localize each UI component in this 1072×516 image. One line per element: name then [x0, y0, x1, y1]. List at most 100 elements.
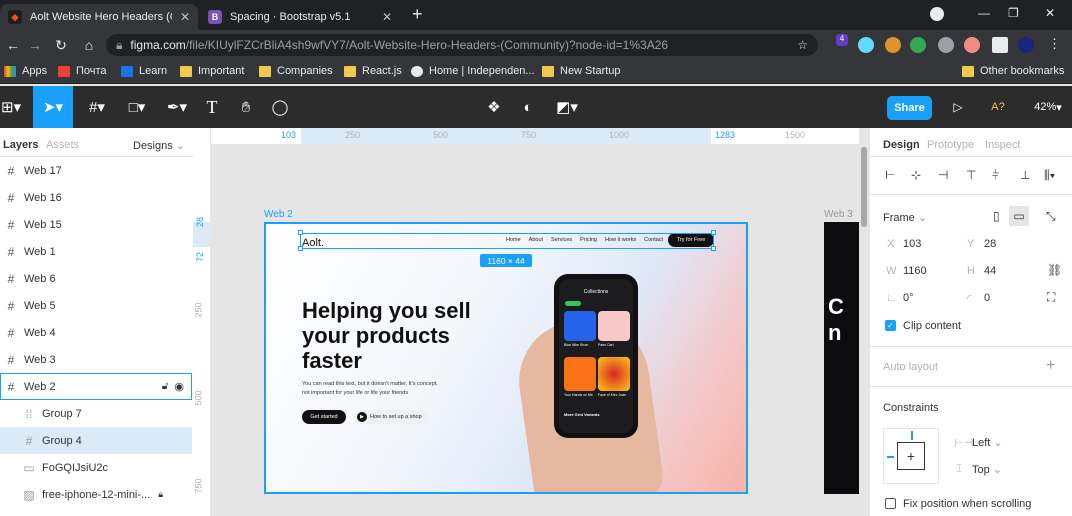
page-dropdown[interactable]: Designs ⌄	[133, 139, 185, 152]
constrain-proportions-icon[interactable]: ⛓︎	[1047, 263, 1062, 277]
puzzle-extensions-icon[interactable]	[992, 37, 1008, 53]
layer-row[interactable]: # Web 2 🔓︎ ◉	[0, 373, 192, 400]
lock-icon[interactable]: 🔒︎	[158, 489, 163, 500]
visibility-eye-icon[interactable]: ◉	[174, 380, 184, 393]
constraint-left[interactable]	[887, 456, 894, 458]
clip-content-checkbox[interactable]: ✓	[885, 320, 896, 331]
pen-tool-icon[interactable]: ✒▾	[162, 86, 192, 128]
resize-handle[interactable]	[711, 246, 716, 251]
layer-row[interactable]: # Web 16	[0, 184, 192, 211]
text-tool-icon[interactable]: T	[200, 86, 224, 128]
react-devtools-icon[interactable]	[858, 37, 874, 53]
share-button[interactable]: Share	[887, 96, 932, 120]
landscape-icon[interactable]: ▭	[1009, 206, 1029, 226]
layer-row[interactable]: # Web 6	[0, 265, 192, 292]
constraints-widget[interactable]: +	[883, 428, 939, 484]
bookmark-star-icon[interactable]: ☆	[797, 38, 808, 52]
home-icon[interactable]: ⌂	[76, 37, 102, 53]
x-input[interactable]: 103	[903, 238, 921, 250]
resize-handle[interactable]	[298, 246, 303, 251]
bookmark-pochta[interactable]: Почта	[58, 65, 107, 77]
tab-inspect[interactable]: Inspect	[985, 139, 1020, 151]
bookmark-reactjs[interactable]: React.js	[344, 65, 402, 77]
horizontal-constraint-dropdown[interactable]: Left ⌄	[972, 436, 1003, 449]
layer-row[interactable]: # Group 4	[0, 427, 192, 454]
layer-row[interactable]: # Web 17	[0, 157, 192, 184]
layer-row[interactable]: # Web 1	[0, 238, 192, 265]
align-right-icon[interactable]: ⊣	[938, 168, 948, 182]
align-middle-v-icon[interactable]: ⫩	[992, 168, 999, 183]
bookmark-important[interactable]: Important	[180, 65, 244, 77]
close-tab-icon[interactable]: ✕	[172, 10, 190, 24]
shape-tool-icon[interactable]: □▾	[122, 86, 152, 128]
profile-menu-icon[interactable]	[930, 7, 944, 21]
move-tool-icon[interactable]: ➤▾	[33, 86, 73, 128]
cookie-extension-icon[interactable]	[885, 37, 901, 53]
component-icon[interactable]: ❖	[482, 86, 506, 128]
unlock-icon[interactable]: 🔓︎	[162, 381, 168, 392]
close-window-icon[interactable]: ✕	[1045, 6, 1055, 20]
fix-position-checkbox[interactable]	[885, 498, 896, 509]
boolean-ops-icon[interactable]: ◩▾	[550, 86, 584, 128]
canvas-scrollbar[interactable]	[860, 145, 868, 516]
constraint-top[interactable]	[911, 431, 913, 440]
frame-name-label[interactable]: Web 2	[264, 209, 293, 220]
comment-tool-icon[interactable]: ◯	[268, 86, 292, 128]
layer-row[interactable]: # Web 4	[0, 319, 192, 346]
layer-row[interactable]: # Web 15	[0, 211, 192, 238]
layer-row[interactable]: ▨ free-iphone-12-mini-... 🔒︎	[0, 481, 192, 508]
new-tab-button[interactable]: +	[412, 4, 423, 25]
vertical-constraint-dropdown[interactable]: Top ⌄	[972, 463, 1002, 476]
y-input[interactable]: 28	[984, 238, 996, 250]
tab-prototype[interactable]: Prototype	[927, 139, 974, 151]
bookmark-learn[interactable]: Learn	[121, 65, 167, 77]
independent-corners-icon[interactable]: ⛶	[1047, 290, 1055, 305]
frame-section-label[interactable]: Frame ⌄	[883, 211, 927, 224]
profile-avatar[interactable]	[1018, 37, 1034, 53]
resize-to-fit-icon[interactable]: ⤡	[1046, 209, 1056, 224]
resize-handle[interactable]	[711, 230, 716, 235]
frame-name-label[interactable]: Web 3	[824, 209, 853, 220]
tab-figma[interactable]: ◆ Aolt Website Hero Headers (Com ✕	[0, 4, 198, 30]
present-play-icon[interactable]: ▷	[948, 86, 968, 128]
scrollbar-thumb[interactable]	[861, 147, 867, 227]
extension-icon[interactable]	[910, 37, 926, 53]
add-auto-layout-icon[interactable]: +	[1046, 357, 1055, 375]
layer-row[interactable]: ⁞⁞ Group 7	[0, 400, 192, 427]
kebab-menu-icon[interactable]: ⋮	[1048, 36, 1061, 52]
extension-badge[interactable]: 4	[836, 34, 848, 46]
frame-web-3-preview[interactable]: C n	[824, 222, 859, 494]
w-input[interactable]: 1160	[903, 265, 927, 277]
minimize-icon[interactable]: —	[978, 6, 990, 20]
tab-bootstrap[interactable]: B Spacing · Bootstrap v5.1 ✕	[200, 4, 400, 30]
reload-icon[interactable]: ↻	[48, 37, 74, 54]
align-center-h-icon[interactable]: ⊹	[911, 168, 921, 182]
frame-tool-icon[interactable]: #▾	[82, 86, 112, 128]
main-menu-icon[interactable]: ⊞▾	[0, 86, 22, 128]
align-bottom-icon[interactable]: ⊥	[1020, 168, 1030, 182]
portrait-icon[interactable]: ▯	[993, 209, 1000, 223]
selected-frame-web-2[interactable]: Aolt. Home About Services Pricing How it…	[264, 222, 748, 494]
align-top-icon[interactable]: ⊤	[966, 168, 976, 182]
layer-row[interactable]: # Web 5	[0, 292, 192, 319]
hand-tool-icon[interactable]: ✋︎	[234, 86, 258, 128]
zoom-dropdown[interactable]: 42% ▾	[1028, 86, 1068, 128]
resize-handle[interactable]	[298, 230, 303, 235]
tab-assets[interactable]: Assets	[46, 139, 79, 151]
layer-row[interactable]: ▭ FoGQIJsiU2c	[0, 454, 192, 481]
mask-icon[interactable]: ◐	[516, 86, 540, 128]
tab-layers[interactable]: Layers	[3, 139, 38, 151]
restore-icon[interactable]: ❐	[1008, 6, 1019, 20]
extension-icon[interactable]	[964, 37, 980, 53]
url-input[interactable]: 🔒︎ figma.com /file/KIUylFZCrBliA4sh9wfVY…	[106, 34, 818, 56]
layer-row[interactable]: # Web 3	[0, 346, 192, 373]
close-tab-icon[interactable]: ✕	[374, 10, 392, 24]
forward-icon[interactable]: →	[22, 37, 48, 53]
bookmark-other[interactable]: Other bookmarks	[962, 65, 1064, 77]
distribute-icon[interactable]: ⫼▾	[1044, 168, 1055, 183]
bookmark-companies[interactable]: Companies	[259, 65, 333, 77]
align-left-icon[interactable]: ⊢	[885, 168, 895, 182]
help-button[interactable]: A?	[986, 86, 1010, 128]
h-input[interactable]: 44	[984, 265, 996, 277]
rotation-input[interactable]: 0°	[903, 292, 914, 304]
